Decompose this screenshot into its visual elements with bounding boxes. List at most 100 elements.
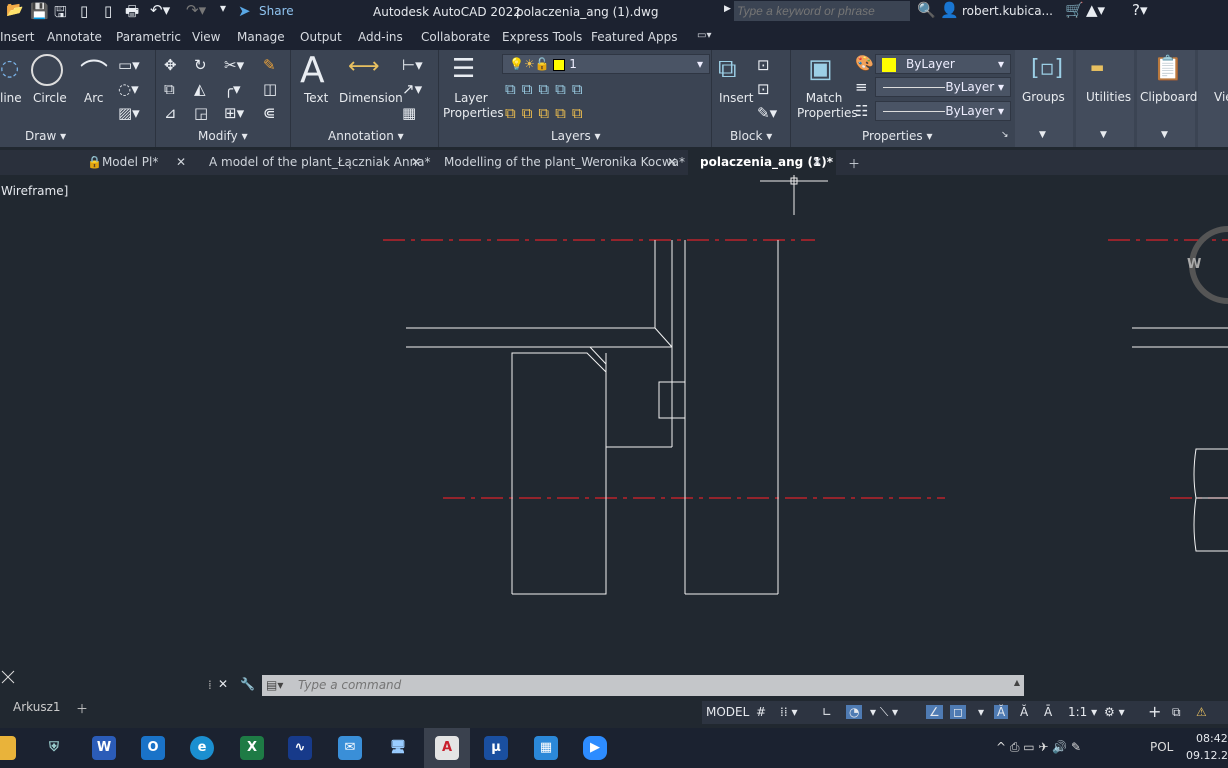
open-icon[interactable]: 📂 <box>6 2 23 18</box>
move-icon[interactable]: ✥ <box>164 56 177 74</box>
calendar-icon[interactable]: ▦ <box>534 736 558 760</box>
wrench-icon[interactable]: 🔧 <box>240 677 255 691</box>
share-button[interactable]: Share <box>259 4 294 18</box>
tab-insert[interactable]: Insert <box>0 30 34 44</box>
tab-kocwa[interactable]: Modelling of the plant_Weronika Kocwa* <box>444 155 685 169</box>
command-grip[interactable]: ⁞ <box>208 678 212 692</box>
open-web-icon[interactable]: ▯ <box>80 2 88 20</box>
edit-block-icon[interactable]: ⊡ <box>757 80 770 98</box>
command-line[interactable]: ▤▾ ▲ <box>262 675 1024 696</box>
annotation-monitor-icon[interactable]: + <box>1148 702 1161 721</box>
copy-icon[interactable]: ⧉ <box>164 80 175 98</box>
color-dropdown[interactable]: ByLayer ▾ <box>875 54 1011 74</box>
file-explorer-icon[interactable] <box>0 736 16 760</box>
app-icon[interactable]: ∿ <box>288 736 312 760</box>
polyline-icon[interactable]: ◌ <box>0 56 19 81</box>
clock-time[interactable]: 08:42 <box>1196 732 1228 745</box>
close-icon[interactable]: ✕ <box>176 155 186 169</box>
match-properties-button[interactable]: Match Properties <box>797 91 858 121</box>
language-indicator[interactable]: POL <box>1150 740 1173 754</box>
model-space-button[interactable]: MODEL <box>706 705 749 719</box>
otrack-icon[interactable]: ◻ <box>950 705 966 719</box>
draw-panel-title[interactable]: Draw ▾ <box>25 129 66 143</box>
help-search-input[interactable] <box>734 1 910 21</box>
ortho-icon[interactable]: ∟ <box>822 705 832 719</box>
clock-date[interactable]: 09.12.20 <box>1186 749 1228 762</box>
mail-icon[interactable]: ✉ <box>338 736 362 760</box>
fillet-icon[interactable]: ╭▾ <box>224 80 241 98</box>
customize-icon[interactable]: ▾ <box>220 1 226 15</box>
insert-button[interactable]: Insert <box>719 91 753 105</box>
user-menu[interactable]: robert.kubica... <box>962 4 1053 18</box>
table-icon[interactable]: ▦ <box>402 104 416 122</box>
rotate-icon[interactable]: ↻ <box>194 56 207 74</box>
tab-collaborate[interactable]: Collaborate <box>421 30 490 44</box>
close-icon[interactable]: ✕ <box>667 155 677 169</box>
hatch-icon[interactable]: ▨▾ <box>118 104 140 122</box>
linear-dim-icon[interactable]: ⊢▾ <box>402 56 423 74</box>
scale-icon[interactable]: ◲ <box>194 104 208 122</box>
new-tab-button[interactable]: ＋ <box>848 155 860 172</box>
outlook-icon[interactable]: O <box>141 736 165 760</box>
tab-arkusz1[interactable]: Arkusz1 <box>13 700 61 714</box>
expand-icon[interactable]: ▲ <box>1014 678 1020 687</box>
grid-icon[interactable]: # <box>756 705 766 719</box>
osnap-icon[interactable]: ∠ <box>926 705 943 719</box>
mirror-icon[interactable]: ◭ <box>194 80 206 98</box>
arc-button[interactable]: Arc <box>84 91 103 105</box>
circle-button[interactable]: Circle <box>33 91 67 105</box>
create-block-icon[interactable]: ⊡ <box>757 56 770 74</box>
linetype-dropdown[interactable]: ByLayer ▾ <box>875 101 1011 121</box>
leader-icon[interactable]: ↗▾ <box>402 80 422 98</box>
line-button[interactable]: line <box>0 91 22 105</box>
save-web-icon[interactable]: ▯ <box>104 2 112 20</box>
save-icon[interactable]: 💾 <box>30 2 49 20</box>
array-3d-icon[interactable]: ◫ <box>263 80 277 98</box>
autodesk-icon[interactable]: ▲▾ <box>1086 1 1105 19</box>
text-button[interactable]: Text <box>304 91 328 105</box>
ribbon-toggle-icon[interactable]: ▭▾ <box>697 30 711 41</box>
expand-search-icon[interactable]: ▶ <box>724 4 731 14</box>
block-panel-title[interactable]: Block ▾ <box>730 129 772 143</box>
annotation-visibility-icon[interactable]: Ᾰ <box>994 705 1009 719</box>
rectangle-icon[interactable]: ▭▾ <box>118 56 140 74</box>
layer-tools-row1-icons[interactable]: ⧉⧉⧉⧉⧉ <box>505 80 589 98</box>
word-icon[interactable]: W <box>92 736 116 760</box>
help-icon[interactable]: ?▾ <box>1132 1 1148 19</box>
annotation-scale-icon[interactable]: Ā <box>1044 705 1052 719</box>
cart-icon[interactable]: 🛒 <box>1065 1 1084 19</box>
array-icon[interactable]: ⊞▾ <box>224 104 244 122</box>
erase-icon[interactable]: ✎ <box>263 56 276 74</box>
layers-panel-title[interactable]: Layers ▾ <box>551 129 601 143</box>
properties-panel-title[interactable]: Properties ▾ <box>862 129 933 143</box>
tab-output[interactable]: Output <box>300 30 342 44</box>
annotation-panel-title[interactable]: Annotation ▾ <box>328 129 404 143</box>
add-layout-button[interactable]: ＋ <box>76 700 88 717</box>
layer-properties-button[interactable]: Layer Properties <box>443 91 504 121</box>
tab-view[interactable]: View <box>192 30 220 44</box>
autocad-taskbar-button[interactable]: A <box>424 728 470 768</box>
stretch-icon[interactable]: ⊿ <box>164 104 177 122</box>
tab-express-tools[interactable]: Express Tools <box>502 30 582 44</box>
clipboard-panel[interactable]: 📋 Clipboard ▼ <box>1137 50 1197 147</box>
ellipse-icon[interactable]: ◌▾ <box>118 80 139 98</box>
trim-icon[interactable]: ✂▾ <box>224 56 244 74</box>
tab-addins[interactable]: Add-ins <box>358 30 403 44</box>
chevron-down-icon[interactable]: ▾ <box>978 705 984 719</box>
isodraft-icon[interactable]: ▾ ⟍ ▾ <box>870 705 898 720</box>
drawing-canvas[interactable]: Wireframe] W <box>0 175 1228 700</box>
security-app-icon[interactable]: ⛨ <box>42 736 66 760</box>
layer-tools-row2-icons[interactable]: ⧉⧉⧉⧉⧉ <box>505 104 589 122</box>
autoscale-icon[interactable]: Ᾰ <box>1020 705 1028 719</box>
block-attr-icon[interactable]: ✎▾ <box>757 104 777 122</box>
workspace-gear-icon[interactable]: ⚙ ▾ <box>1104 705 1125 719</box>
tab-parametric[interactable]: Parametric <box>116 30 181 44</box>
tray-icons[interactable]: ^ ⎙ ▭ ✈ 🔊 ✎ <box>996 740 1081 755</box>
groups-panel[interactable]: [▫] Groups ▼ <box>1015 50 1073 147</box>
annotation-scale[interactable]: 1:1 ▾ <box>1068 705 1097 719</box>
command-input[interactable] <box>298 678 898 692</box>
dialog-launcher-icon[interactable]: ↘ <box>1001 130 1009 140</box>
search-icon[interactable]: 🔍 <box>917 1 936 19</box>
polar-icon[interactable]: ◔ <box>846 705 863 719</box>
print-icon[interactable]: 🖶 <box>125 1 139 26</box>
